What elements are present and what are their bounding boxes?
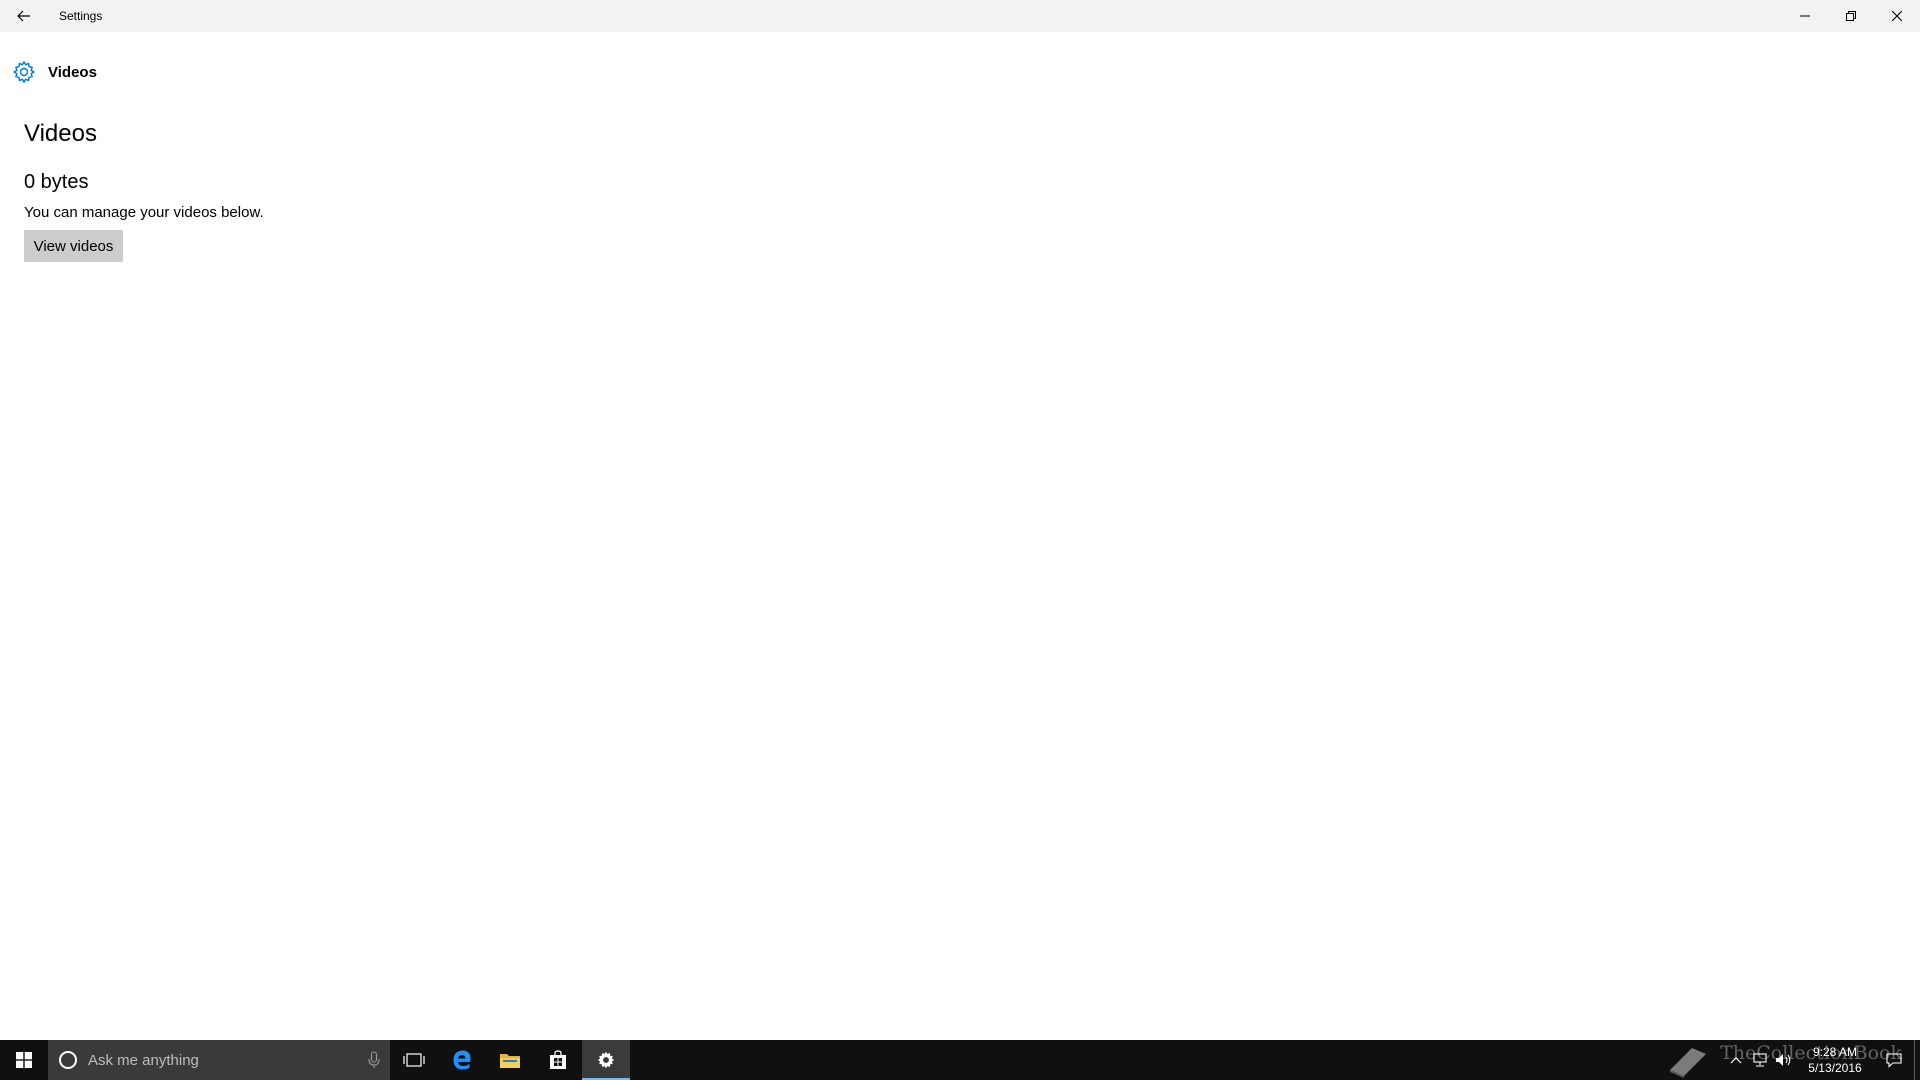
page-title: Videos	[24, 120, 97, 147]
title-bar: Settings	[0, 0, 1920, 32]
close-icon	[1892, 11, 1902, 21]
window-controls	[1782, 0, 1920, 32]
settings-taskbar-button[interactable]	[582, 1040, 630, 1080]
store-button[interactable]	[534, 1040, 582, 1080]
back-arrow-icon	[17, 10, 30, 22]
header-title: Videos	[48, 63, 97, 81]
speaker-icon	[1776, 1054, 1791, 1066]
folder-icon	[500, 1054, 520, 1068]
search-box[interactable]: Ask me anything	[48, 1040, 390, 1080]
gear-icon	[12, 60, 36, 84]
show-hidden-icons-button[interactable]	[1724, 1040, 1748, 1080]
notification-icon	[1886, 1053, 1902, 1068]
store-bag-icon	[550, 1050, 566, 1069]
volume-button[interactable]	[1772, 1040, 1796, 1080]
action-center-button[interactable]	[1874, 1040, 1914, 1080]
description-text: You can manage your videos below.	[24, 204, 264, 221]
view-videos-button[interactable]: View videos	[24, 230, 123, 262]
cortana-circle-icon	[59, 1051, 77, 1069]
back-button[interactable]	[0, 0, 48, 32]
settings-header: Videos	[12, 60, 97, 84]
book-watermark-icon	[1670, 1048, 1706, 1078]
window-title: Settings	[59, 9, 103, 23]
chevron-up-icon	[1730, 1057, 1742, 1064]
restore-button[interactable]	[1828, 0, 1874, 32]
restore-icon	[1846, 11, 1856, 21]
edge-button[interactable]	[438, 1040, 486, 1080]
edge-icon	[453, 1050, 471, 1070]
clock-time: 9:28 AM	[1812, 1045, 1858, 1059]
microphone-icon[interactable]	[368, 1051, 380, 1069]
network-button[interactable]	[1748, 1040, 1772, 1080]
task-view-button[interactable]	[390, 1040, 438, 1080]
clock-date: 5/13/2016	[1808, 1061, 1862, 1075]
task-view-icon	[403, 1053, 425, 1067]
minimize-icon	[1800, 15, 1810, 17]
taskbar: Ask me anything TheCollectionBook 9:28 A…	[0, 1040, 1920, 1080]
windows-logo-icon	[16, 1052, 32, 1068]
network-icon	[1753, 1053, 1767, 1067]
start-button[interactable]	[0, 1040, 48, 1080]
search-placeholder: Ask me anything	[88, 1051, 199, 1069]
system-tray: TheCollectionBook 9:28 AM 5/13/2016	[1670, 1040, 1920, 1080]
close-button[interactable]	[1874, 0, 1920, 32]
clock[interactable]: 9:28 AM 5/13/2016	[1796, 1040, 1874, 1080]
minimize-button[interactable]	[1782, 0, 1828, 32]
show-desktop-button[interactable]	[1914, 1040, 1920, 1080]
file-explorer-button[interactable]	[486, 1040, 534, 1080]
storage-size: 0 bytes	[24, 171, 89, 193]
settings-gear-icon	[597, 1051, 615, 1069]
